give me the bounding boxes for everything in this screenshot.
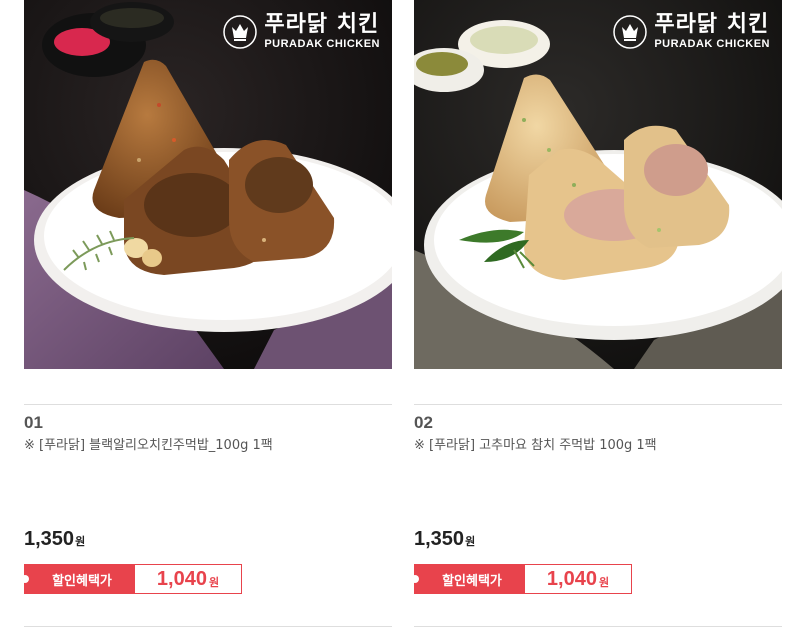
- regular-price-value: 1,350: [24, 528, 75, 550]
- sale-label: 할인혜택가: [52, 573, 112, 589]
- sale-label-tag: 할인혜택가: [21, 564, 134, 594]
- product-photo-rice-balls-dark: [24, 0, 392, 369]
- sale-price-value: 1,040: [546, 567, 597, 590]
- product-grid: 푸라닭 치킨 PURADAK CHICKEN 01 ※ [푸라닭] 블랙알리오치…: [0, 0, 788, 629]
- sale-label: 할인혜택가: [442, 573, 502, 589]
- sale-price: 1,040 원: [524, 564, 632, 594]
- crown-shield-icon: [223, 15, 258, 49]
- currency-unit: 원: [75, 535, 86, 548]
- sale-price-value: 1,040: [156, 567, 207, 590]
- regular-price-value: 1,350: [414, 528, 465, 550]
- crown-shield-icon: [613, 15, 648, 49]
- brand-logo: 푸라닭 치킨 PURADAK CHICKEN: [612, 14, 770, 50]
- product-number: 01: [24, 413, 43, 432]
- tag-hole-icon: [411, 575, 419, 583]
- sale-price-box: 할인혜택가 1,040 원: [411, 564, 632, 594]
- currency-unit: 원: [598, 576, 610, 589]
- divider: [414, 626, 782, 627]
- product-name-link[interactable]: ※ [푸라닭] 블랙알리오치킨주먹밥_100g 1팩: [24, 434, 273, 453]
- product-number: 02: [414, 413, 433, 432]
- regular-price: 1,350원: [414, 528, 475, 551]
- currency-unit: 원: [465, 535, 476, 548]
- currency-unit: 원: [208, 576, 220, 589]
- product-card: 푸라닭 치킨 PURADAK CHICKEN 01 ※ [푸라닭] 블랙알리오치…: [21, 0, 392, 627]
- sale-price-box: 할인혜택가 1,040 원: [21, 564, 242, 594]
- brand-logo: 푸라닭 치킨 PURADAK CHICKEN: [222, 14, 380, 50]
- divider: [24, 404, 392, 405]
- brand-name-korean: 푸라닭 치킨: [264, 12, 380, 37]
- product-image[interactable]: 푸라닭 치킨 PURADAK CHICKEN: [414, 0, 782, 369]
- tag-hole-icon: [21, 575, 29, 583]
- brand-name-korean: 푸라닭 치킨: [654, 12, 770, 37]
- product-photo-rice-balls-light: [414, 0, 782, 369]
- brand-name-english: PURADAK CHICKEN: [264, 38, 380, 50]
- brand-name-english: PURADAK CHICKEN: [654, 38, 770, 50]
- sale-price: 1,040 원: [134, 564, 242, 594]
- divider: [24, 626, 392, 627]
- product-name-link[interactable]: ※ [푸라닭] 고추마요 참치 주먹밥 100g 1팩: [414, 434, 657, 453]
- sale-label-tag: 할인혜택가: [411, 564, 524, 594]
- regular-price: 1,350원: [24, 528, 85, 551]
- product-image[interactable]: 푸라닭 치킨 PURADAK CHICKEN: [24, 0, 392, 369]
- divider: [414, 404, 782, 405]
- product-card: 푸라닭 치킨 PURADAK CHICKEN 02 ※ [푸라닭] 고추마요 참…: [411, 0, 782, 627]
